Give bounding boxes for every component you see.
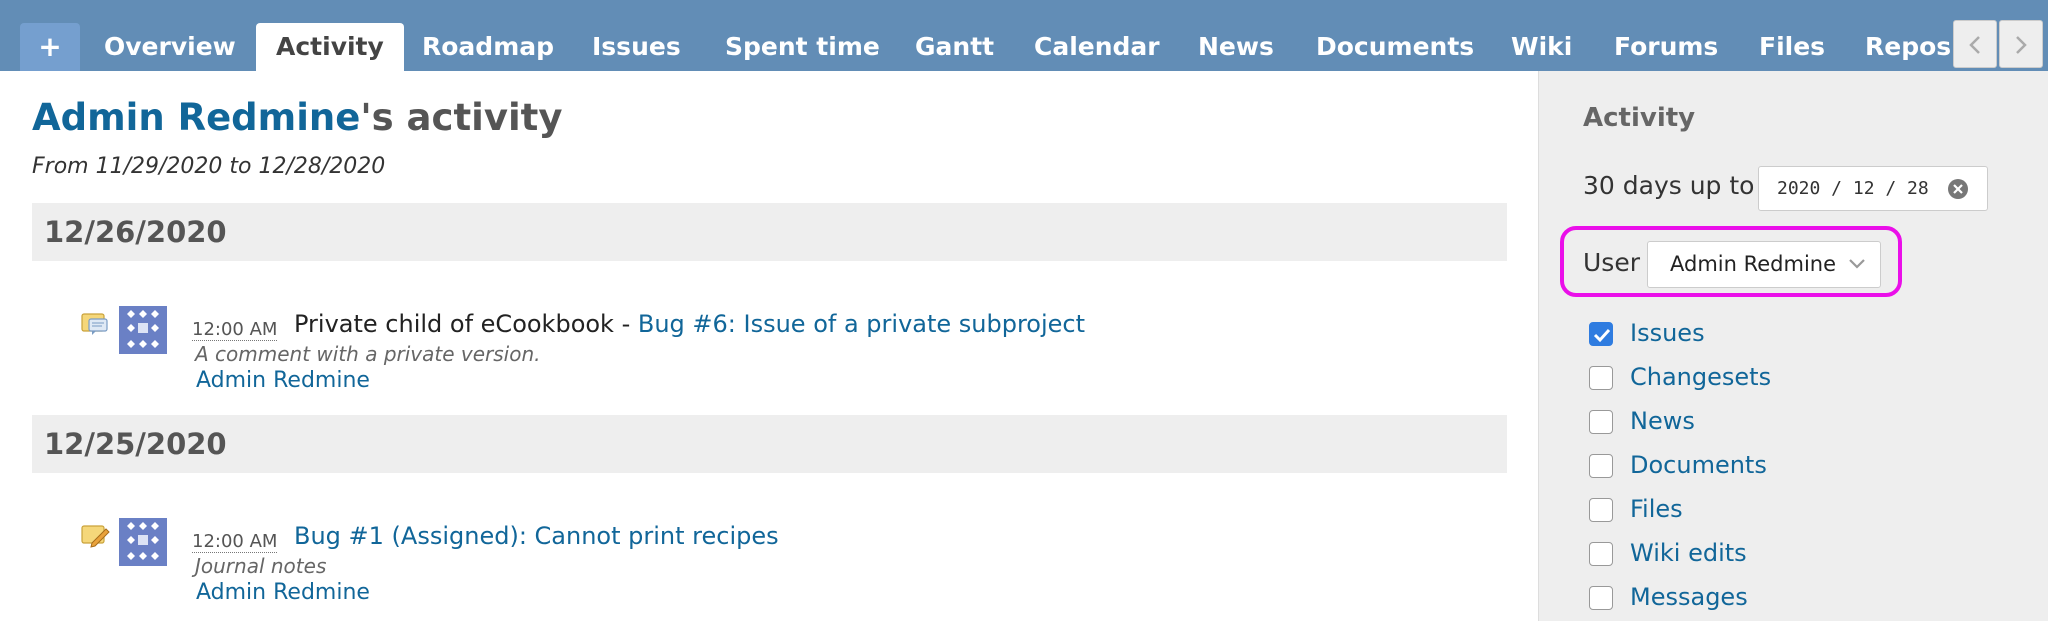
- checkbox[interactable]: [1589, 542, 1613, 566]
- chevron-right-icon: [2016, 36, 2027, 54]
- tab-issues[interactable]: Issues: [572, 23, 701, 71]
- activity-entry: 12:00 AM Bug #1 (Assigned): Cannot print…: [80, 518, 1480, 611]
- activity-entry: 12:00 AM Private child of eCookbook - Bu…: [80, 306, 1480, 399]
- checkbox[interactable]: [1589, 498, 1613, 522]
- tabs-scroll-left-button[interactable]: [1953, 20, 1997, 68]
- tab-activity[interactable]: Activity: [256, 23, 404, 71]
- user-link[interactable]: Admin Redmine: [32, 96, 360, 139]
- checkbox[interactable]: [1589, 454, 1613, 478]
- tab-wiki[interactable]: Wiki: [1491, 23, 1592, 71]
- page-title: Admin Redmine's activity: [32, 96, 562, 139]
- entry-description: Journal notes: [195, 554, 327, 578]
- avatar: [119, 518, 167, 566]
- entry-title: Private child of eCookbook - Bug #6: Iss…: [294, 310, 1085, 338]
- tabs-container: + Overview Activity Roadmap Issues Spent…: [0, 0, 1955, 71]
- date-value: 2020 / 12 / 28: [1777, 178, 1929, 199]
- sidebar-title: Activity: [1583, 103, 1696, 133]
- tab-calendar[interactable]: Calendar: [1014, 23, 1180, 71]
- day-header: 12/26/2020: [32, 203, 1507, 261]
- tab-files[interactable]: Files: [1739, 23, 1845, 71]
- check-icon: [1593, 328, 1611, 343]
- checkbox[interactable]: [1589, 366, 1613, 390]
- date-range-subtitle: From 11/29/2020 to 12/28/2020: [32, 154, 386, 179]
- entry-project: Private child of eCookbook -: [294, 310, 638, 338]
- days-label: 30 days up to: [1583, 171, 1755, 200]
- entry-description: A comment with a private version.: [195, 342, 541, 366]
- tab-repository[interactable]: Repository: [1845, 23, 1955, 71]
- entry-issue-link[interactable]: Bug #6: Issue of a private subproject: [638, 310, 1085, 338]
- entry-time: 12:00 AM: [192, 319, 278, 341]
- entry-author-link[interactable]: Admin Redmine: [196, 580, 370, 605]
- user-label: User: [1583, 248, 1640, 277]
- page-title-suffix: 's activity: [360, 96, 563, 139]
- clear-icon[interactable]: [1947, 178, 1969, 200]
- new-object-button[interactable]: +: [20, 23, 80, 71]
- tab-news[interactable]: News: [1178, 23, 1294, 71]
- entry-time: 12:00 AM: [192, 531, 278, 553]
- filter-label[interactable]: News: [1630, 407, 1695, 435]
- main-menu: + Overview Activity Roadmap Issues Spent…: [0, 0, 2048, 71]
- tab-spent-time[interactable]: Spent time: [705, 23, 900, 71]
- filter-label[interactable]: Messages: [1630, 583, 1748, 611]
- chevron-down-icon: [1849, 259, 1865, 269]
- checkbox[interactable]: [1589, 586, 1613, 610]
- entry-title: Bug #1 (Assigned): Cannot print recipes: [294, 522, 779, 550]
- user-select[interactable]: Admin Redmine: [1647, 241, 1881, 288]
- entry-issue-link[interactable]: Bug #1 (Assigned): Cannot print recipes: [294, 522, 779, 550]
- checkbox-checked[interactable]: [1589, 322, 1613, 346]
- day-header: 12/25/2020: [32, 415, 1507, 473]
- filter-label[interactable]: Documents: [1630, 451, 1767, 479]
- tab-gantt[interactable]: Gantt: [895, 23, 1014, 71]
- tab-forums[interactable]: Forums: [1594, 23, 1738, 71]
- tab-roadmap[interactable]: Roadmap: [402, 23, 574, 71]
- content: Admin Redmine's activity From 11/29/2020…: [0, 71, 1538, 621]
- issue-edit-icon: [81, 525, 110, 548]
- checkbox[interactable]: [1589, 410, 1613, 434]
- filter-label[interactable]: Files: [1630, 495, 1683, 523]
- avatar: [119, 306, 167, 354]
- tab-overview[interactable]: Overview: [84, 23, 256, 71]
- chevron-left-icon: [1969, 36, 1980, 54]
- date-input[interactable]: 2020 / 12 / 28: [1758, 166, 1988, 211]
- issue-note-icon: [81, 313, 108, 335]
- filter-label[interactable]: Issues: [1630, 319, 1705, 347]
- entry-author-link[interactable]: Admin Redmine: [196, 368, 370, 393]
- filter-label[interactable]: Wiki edits: [1630, 539, 1747, 567]
- tab-documents[interactable]: Documents: [1296, 23, 1494, 71]
- user-select-value: Admin Redmine: [1670, 252, 1837, 276]
- tabs-scroll-right-button[interactable]: [1999, 20, 2043, 68]
- filter-label[interactable]: Changesets: [1630, 363, 1771, 391]
- sidebar: Activity 30 days up to 2020 / 12 / 28 Us…: [1538, 71, 2048, 621]
